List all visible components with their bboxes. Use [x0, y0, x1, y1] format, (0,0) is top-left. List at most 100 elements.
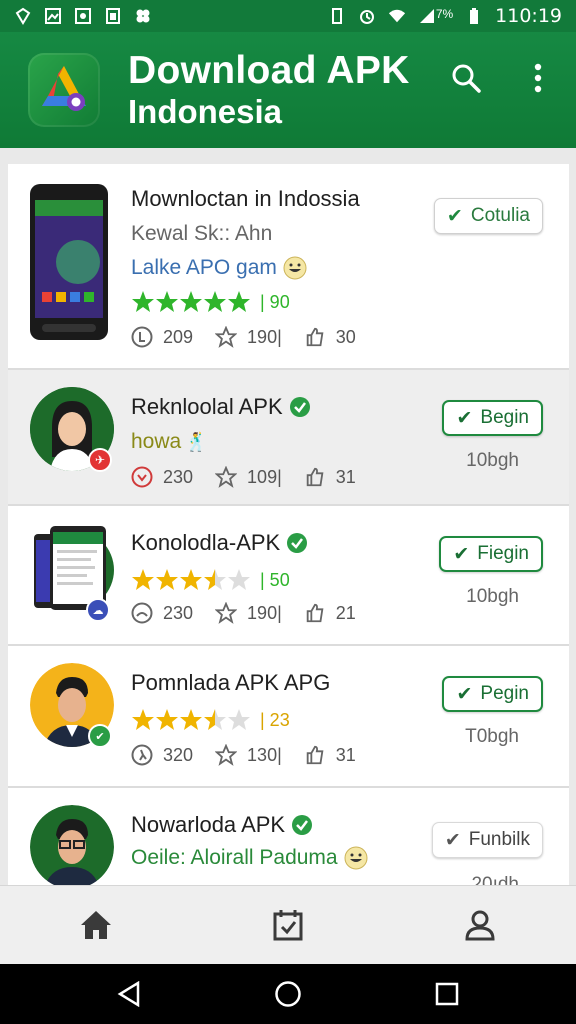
item-action-button[interactable]: ✔ Begin [442, 400, 543, 436]
system-navigation-bar [0, 964, 576, 1024]
stars-count: 190| [247, 602, 282, 623]
list-item[interactable]: ✈ Reknloolal APK howa 🕺 230 109| 31 ✔ Be… [8, 370, 569, 506]
phone-screenshot-icon [30, 184, 108, 340]
app-title: Download APK [128, 49, 410, 92]
image-icon [45, 8, 61, 24]
check-icon: ✔ [456, 683, 473, 705]
star-outline-icon [215, 602, 238, 624]
downloads-count: 230 [163, 466, 194, 487]
star-outline-icon [215, 326, 238, 348]
check-icon: ✔ [444, 829, 461, 851]
walk-icon [131, 744, 153, 766]
cloud-badge-icon: ☁ [86, 598, 110, 622]
thumb-icon [306, 745, 324, 765]
check-icon: ✔ [446, 205, 463, 227]
item-stats: 230 109| 31 [131, 466, 378, 488]
item-action-button[interactable]: ✔ Fiegin [439, 536, 543, 572]
app-bar: Download APK Indonesia [0, 32, 576, 148]
item-subtitle: Kewal Sk:: Ahn [131, 222, 273, 245]
recents-icon [435, 982, 458, 1006]
nav-profile[interactable] [450, 895, 510, 955]
item-tagline: howa [131, 430, 182, 453]
item-action-button[interactable]: ✔ Pegin [442, 676, 543, 712]
list-item[interactable]: ✔ Pomnlada APK APG | 23 320 130| 31 ✔ Pe… [8, 646, 569, 788]
rating-stars: | 23 [131, 708, 290, 732]
item-tagline: Oeile: Aloirall Paduma [131, 846, 338, 869]
item-size: 10bgh [466, 450, 519, 471]
item-name: Pomnlada APK APG [131, 670, 331, 695]
download-count-icon [131, 326, 153, 348]
rating-value: | 90 [260, 291, 290, 312]
sim-icon [106, 8, 120, 24]
verified-icon [292, 815, 313, 835]
back-button[interactable] [99, 969, 159, 1019]
vibrate-icon [331, 8, 342, 24]
item-size: 20ıdh [471, 874, 519, 885]
item-stats: 230 190| 21 [131, 602, 378, 624]
stars-count: 109| [247, 466, 282, 487]
item-action-button[interactable]: ✔ Funbilk [431, 822, 543, 858]
verified-icon [289, 397, 310, 417]
wifi-icon [388, 9, 405, 23]
clock: 110:19 [495, 5, 562, 27]
verified-icon [287, 533, 308, 553]
star-outline-icon [215, 744, 238, 766]
back-icon [117, 981, 140, 1007]
signal-icon [419, 9, 434, 23]
check-icon: ✔ [456, 407, 473, 429]
avatar [30, 805, 114, 885]
star-rating-icon [132, 709, 250, 730]
list-item[interactable]: Mownloctan in Indossia Kewal Sk:: Ahn La… [8, 164, 569, 370]
home-system-button[interactable] [258, 969, 318, 1019]
app-list: Mownloctan in Indossia Kewal Sk:: Ahn La… [8, 164, 569, 885]
check-badge-icon: ✔ [88, 724, 112, 748]
drive-logo-icon [42, 66, 86, 111]
likes-count: 31 [335, 744, 356, 765]
search-button[interactable] [446, 58, 486, 98]
recents-button[interactable] [417, 969, 477, 1019]
app-logo [28, 53, 100, 127]
app-subtitle: Indonesia [128, 93, 283, 130]
battery-icon [470, 8, 479, 24]
home-icon [81, 911, 111, 939]
more-options-button[interactable] [518, 58, 558, 98]
star-outline-icon [215, 466, 238, 488]
nav-calendar[interactable] [258, 895, 318, 955]
star-rating-icon [132, 569, 250, 590]
item-size: T0bgh [465, 726, 519, 747]
rating-value: | 50 [260, 569, 290, 590]
item-stats: 320 130| 31 [131, 744, 378, 766]
download-count-icon [131, 602, 153, 624]
item-name: Nowarloda APK [131, 812, 286, 837]
nav-home[interactable] [66, 895, 126, 955]
downloads-count: 230 [163, 602, 194, 623]
profile-icon [465, 910, 495, 941]
calendar-icon [273, 910, 303, 941]
thumb-icon [306, 603, 324, 623]
thumb-icon [306, 327, 324, 347]
likes-count: 21 [335, 602, 356, 623]
location-icon [15, 7, 31, 25]
stars-count: 190| [247, 326, 282, 347]
rating-value: | 23 [260, 709, 290, 730]
downloads-count: 209 [163, 326, 194, 347]
item-name: Reknloolal APK [131, 394, 283, 419]
list-item[interactable]: ☁ Konolodla-APK | 50 230 190| 21 ✔ Fiegi… [8, 506, 569, 646]
item-action-button[interactable]: ✔ Cotulia [433, 198, 543, 234]
badge-icon: ✈ [88, 448, 112, 472]
bottom-navigation [0, 885, 576, 964]
likes-count: 31 [335, 466, 356, 487]
clover-icon [136, 9, 150, 23]
item-tagline: Lalke APO gam [131, 256, 277, 279]
more-vert-icon [534, 63, 542, 93]
star-rating-icon [132, 291, 250, 312]
grin-emoji-icon [344, 846, 368, 870]
downloads-count: 320 [163, 744, 194, 765]
status-bar: 7% 110:19 [0, 0, 576, 32]
search-icon [452, 64, 481, 93]
rating-stars: | 90 [131, 290, 290, 314]
home-circle-icon [275, 981, 301, 1007]
likes-count: 30 [335, 326, 356, 347]
stars-count: 130| [247, 744, 282, 765]
list-item[interactable]: Nowarloda APK Oeile: Aloirall Paduma ✔ F… [8, 788, 569, 885]
